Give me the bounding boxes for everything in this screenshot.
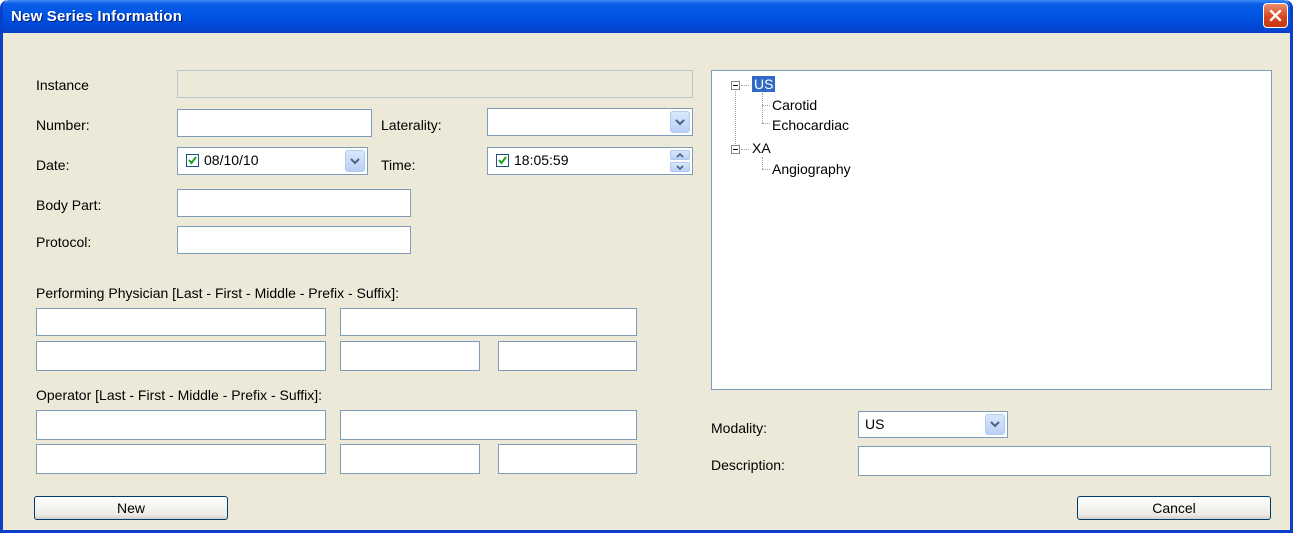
tree-node-angiography[interactable]: Angiography [772,161,851,177]
operator-last-input[interactable] [36,410,326,440]
operator-middle-input[interactable] [36,444,326,474]
operator-prefix-input[interactable] [340,444,480,474]
date-picker[interactable]: 08/10/10 [177,147,368,175]
tree-connector [741,149,749,150]
spin-down-icon [676,164,684,170]
tree-node-xa[interactable]: XA [752,140,771,156]
tree-connector [741,85,749,86]
date-value: 08/10/10 [204,152,259,168]
protocol-label: Protocol: [36,234,92,250]
instance-label: Instance [36,77,89,93]
body-part-input[interactable] [177,189,411,217]
chevron-down-icon [350,157,360,164]
chevron-down-icon [990,421,1000,428]
performing-physician-label: Performing Physician [Last - First - Mid… [36,285,400,301]
time-checkbox[interactable] [496,154,509,167]
time-value: 18:05:59 [514,152,569,168]
new-button[interactable]: New [34,496,228,520]
checkmark-icon [188,156,197,165]
spin-down-button[interactable] [670,162,690,172]
instance-field [177,70,693,98]
body-part-label: Body Part: [36,197,102,213]
tree-connector [762,93,763,123]
tree-connector [762,123,770,124]
tree-node-carotid[interactable]: Carotid [772,97,817,113]
spin-up-icon [676,152,684,158]
time-label: Time: [381,157,416,173]
chevron-down-icon [675,118,685,125]
modality-value: US [865,416,885,432]
date-label: Date: [36,157,70,173]
modality-select[interactable]: US [858,411,1008,438]
number-input[interactable] [177,109,372,137]
window-title: New Series Information [11,8,183,25]
close-icon [1269,9,1282,22]
modality-tree[interactable]: US Carotid Echocardiac XA Angiography [711,70,1272,390]
tree-connector [762,105,770,106]
collapse-xa-icon[interactable] [731,145,740,154]
performing-physician-middle-input[interactable] [36,341,326,371]
checkmark-icon [498,156,507,165]
date-checkbox[interactable] [186,154,199,167]
description-input[interactable] [858,446,1271,476]
performing-physician-first-input[interactable] [340,308,637,336]
modality-label: Modality: [711,420,768,436]
title-bar[interactable]: New Series Information [3,0,1290,33]
performing-physician-last-input[interactable] [36,308,326,336]
time-picker[interactable]: 18:05:59 [487,147,693,175]
cancel-button[interactable]: Cancel [1077,496,1271,520]
laterality-label: Laterality: [381,117,442,133]
description-label: Description: [711,457,785,473]
date-dropdown-button[interactable] [345,150,365,172]
protocol-input[interactable] [177,226,411,254]
spin-up-button[interactable] [670,150,690,160]
performing-physician-suffix-input[interactable] [498,341,637,371]
operator-label: Operator [Last - First - Middle - Prefix… [36,387,323,403]
laterality-dropdown-button[interactable] [670,111,690,133]
operator-first-input[interactable] [340,410,637,440]
collapse-us-icon[interactable] [731,81,740,90]
dialog-window: New Series Information Instance Number: … [0,0,1293,533]
performing-physician-prefix-input[interactable] [340,341,480,371]
operator-suffix-input[interactable] [498,444,637,474]
laterality-select[interactable] [487,108,693,136]
modality-dropdown-button[interactable] [985,414,1005,435]
tree-connector [762,169,770,170]
tree-connector [762,157,763,169]
close-button[interactable] [1263,3,1288,28]
tree-connector [735,85,736,150]
tree-node-us[interactable]: US [752,76,776,92]
number-label: Number: [36,117,90,133]
time-spinner[interactable] [670,150,690,172]
tree-node-echocardiac[interactable]: Echocardiac [772,117,849,133]
